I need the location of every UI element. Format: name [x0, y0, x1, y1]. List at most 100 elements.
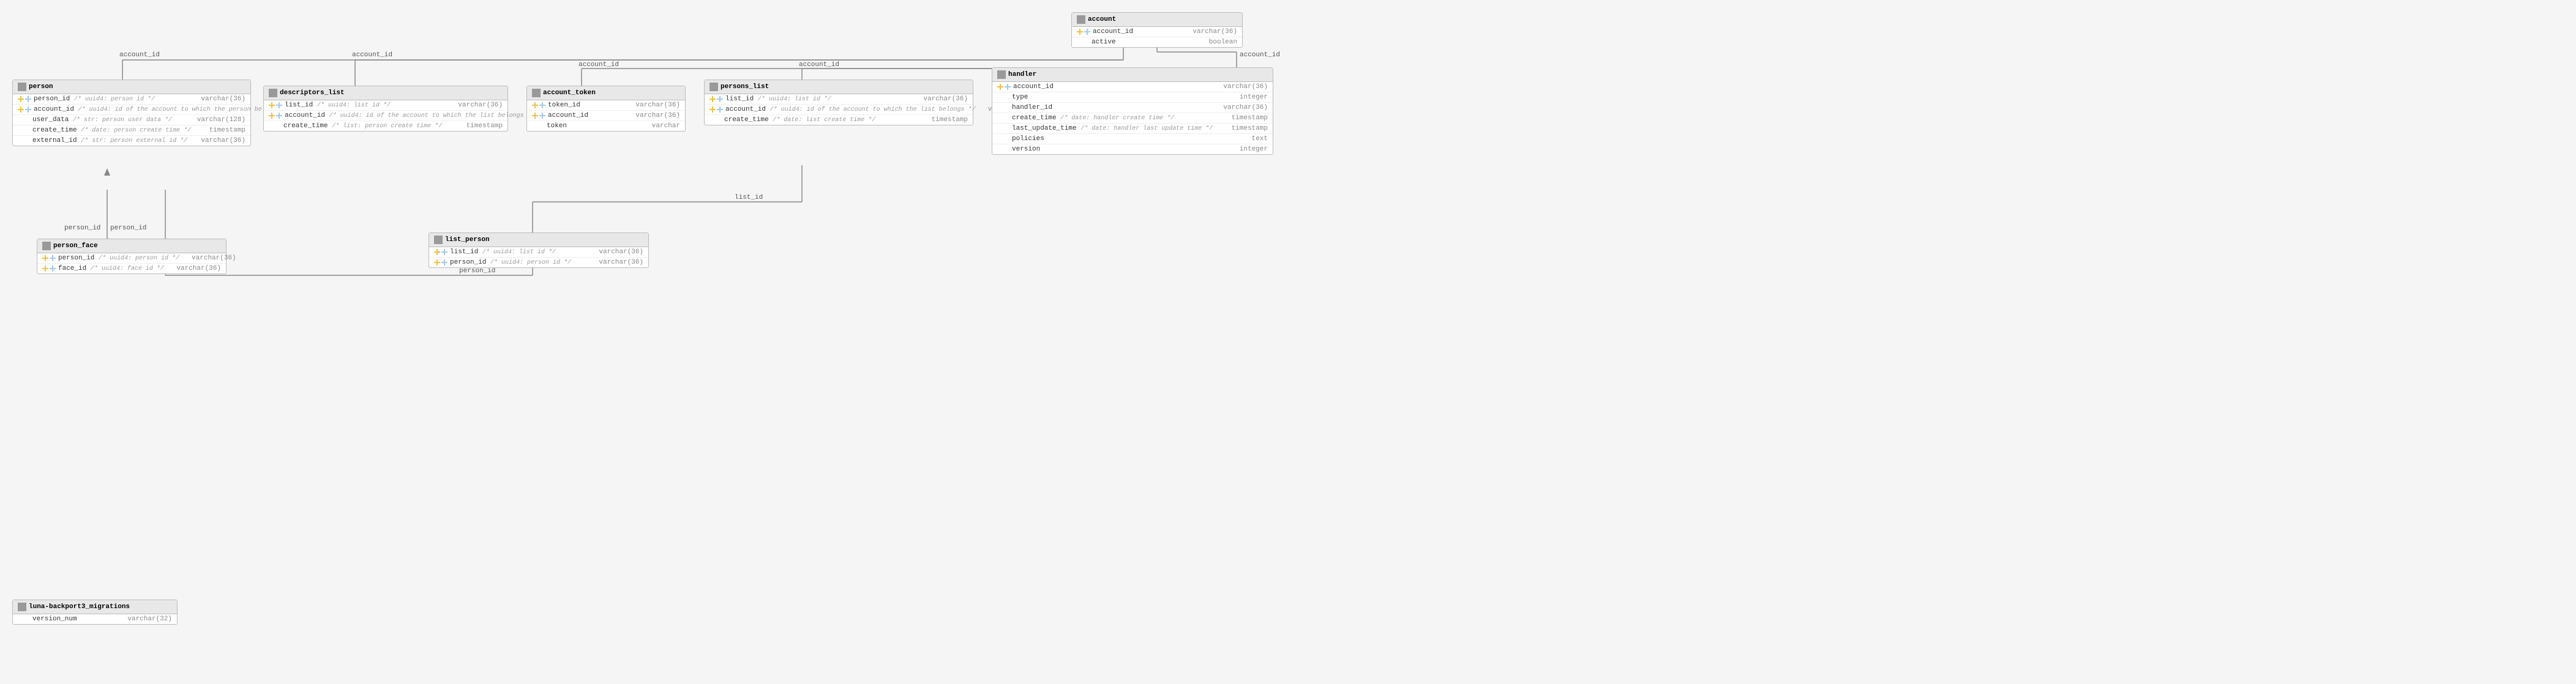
grid-icon	[42, 242, 51, 250]
table-handler-header: handler	[992, 68, 1273, 82]
table-row: account_id varchar(36)	[1072, 27, 1242, 37]
table-account-token-name: account_token	[543, 89, 596, 97]
col-name: person_id /* uuid4: person id */	[58, 255, 179, 262]
svg-text:list_id: list_id	[735, 194, 763, 201]
col-name: active	[1091, 39, 1197, 46]
table-person: person person_id /* uuid4: person id */ …	[12, 80, 251, 146]
col-type: varchar(36)	[589, 248, 643, 256]
col-type: varchar	[642, 122, 680, 130]
svg-text:account_id: account_id	[352, 51, 392, 59]
grid-icon	[997, 70, 1006, 79]
table-row: account_id /* uuid4: id of the account t…	[264, 111, 507, 121]
grid-icon	[18, 603, 26, 611]
col-name: handler_id	[1012, 104, 1211, 111]
table-account: account account_id varchar(36) active bo…	[1071, 12, 1243, 48]
col-type: varchar(36)	[1183, 28, 1237, 35]
col-type: integer	[1230, 94, 1268, 101]
table-row: policies text	[992, 134, 1273, 144]
col-name: type	[1012, 94, 1227, 101]
table-handler: handler account_id varchar(36) type inte…	[992, 67, 1273, 155]
table-luna-backport3-migrations: luna-backport3_migrations version_num va…	[12, 600, 178, 625]
col-type: boolean	[1199, 39, 1237, 46]
col-type: varchar(32)	[118, 615, 172, 623]
col-name: token	[547, 122, 640, 130]
table-migrations-header: luna-backport3_migrations	[13, 600, 177, 614]
svg-text:person_id: person_id	[459, 267, 495, 275]
table-row: list_id /* uuid4: list id */ varchar(36)	[705, 94, 973, 105]
grid-icon	[18, 83, 26, 91]
col-type: varchar(36)	[1213, 104, 1268, 111]
table-row: account_id varchar(36)	[992, 82, 1273, 92]
col-name: account_id	[548, 112, 623, 119]
table-account-token-header: account_token	[527, 86, 685, 100]
table-descriptors-list-name: descriptors_list	[280, 89, 345, 97]
table-person-face-header: person_face	[37, 239, 226, 253]
svg-text:person_id: person_id	[64, 225, 100, 232]
grid-icon	[710, 83, 718, 91]
table-account-name: account	[1088, 16, 1116, 23]
table-row: list_id /* uuid4: list id */ varchar(36)	[264, 100, 507, 111]
table-row: create_time /* list: person create time …	[264, 121, 507, 131]
col-name: face_id /* uuid4: face id */	[58, 265, 164, 272]
col-type: varchar(128)	[187, 116, 245, 124]
table-row: version_num varchar(32)	[13, 614, 177, 624]
col-name: create_time /* list: person create time …	[283, 122, 454, 130]
table-row: user_data /* str: person user data */ va…	[13, 115, 250, 125]
col-type: varchar(36)	[191, 95, 245, 103]
table-row: person_id /* uuid4: person id */ varchar…	[13, 94, 250, 105]
col-name: account_id /* uuid4: id of the account t…	[725, 106, 976, 113]
col-name: last_update_time /* date: handler last u…	[1012, 125, 1219, 132]
col-type: timestamp	[200, 127, 245, 134]
table-persons-list-header: persons_list	[705, 80, 973, 94]
svg-text:account_id: account_id	[1240, 51, 1280, 59]
col-name: list_id /* uuid4: list id */	[450, 248, 586, 256]
table-person-face: person_face person_id /* uuid4: person i…	[37, 239, 227, 274]
col-name: account_id /* uuid4: id of the account t…	[285, 112, 535, 119]
col-name: person_id /* uuid4: person id */	[450, 259, 586, 266]
table-list-person-name: list_person	[445, 236, 490, 243]
col-name: list_id /* uuid4: list id */	[725, 95, 911, 103]
col-type: varchar(36)	[626, 112, 680, 119]
table-row: create_time /* date: person create time …	[13, 125, 250, 136]
col-type: varchar(36)	[913, 95, 968, 103]
table-list-person-header: list_person	[429, 233, 648, 247]
col-type: varchar(36)	[626, 102, 680, 109]
col-type: timestamp	[1222, 125, 1268, 132]
col-name: account_id	[1013, 83, 1211, 91]
col-type: text	[1242, 135, 1268, 143]
table-list-person: list_person list_id /* uuid4: list id */…	[429, 232, 649, 268]
table-row: active boolean	[1072, 37, 1242, 47]
svg-text:account_id: account_id	[119, 51, 160, 59]
table-row: list_id /* uuid4: list id */ varchar(36)	[429, 247, 648, 258]
table-descriptors-list: descriptors_list list_id /* uuid4: list …	[263, 86, 508, 132]
table-row: account_id /* uuid4: id of the account t…	[705, 105, 973, 115]
col-name: token_id	[548, 102, 623, 109]
table-person-face-name: person_face	[53, 242, 98, 250]
table-row: type integer	[992, 92, 1273, 103]
col-name: external_id /* str: person external id *…	[32, 137, 189, 144]
col-type: varchar(36)	[448, 102, 503, 109]
table-person-name: person	[29, 83, 53, 91]
col-type: timestamp	[922, 116, 968, 124]
col-name: list_id /* uuid4: list id */	[285, 102, 446, 109]
table-persons-list-name: persons_list	[721, 83, 769, 91]
svg-text:account_id: account_id	[799, 61, 839, 69]
col-name: version	[1012, 146, 1227, 153]
col-name: policies	[1012, 135, 1240, 143]
col-type: integer	[1230, 146, 1268, 153]
col-type: varchar(36)	[191, 137, 245, 144]
table-row: handler_id varchar(36)	[992, 103, 1273, 113]
col-type: varchar(36)	[167, 265, 221, 272]
table-descriptors-list-header: descriptors_list	[264, 86, 507, 100]
col-name: account_id	[1093, 28, 1180, 35]
table-row: version integer	[992, 144, 1273, 154]
diagram-canvas: account_id account_id account_id account…	[0, 0, 2576, 684]
table-handler-name: handler	[1008, 71, 1036, 78]
table-row: create_time /* date: list create time */…	[705, 115, 973, 125]
table-row: token_id varchar(36)	[527, 100, 685, 111]
grid-icon	[1077, 15, 1085, 24]
table-row: account_id /* uuid4: id of the account t…	[13, 105, 250, 115]
col-type: varchar(36)	[1213, 83, 1268, 91]
table-row: account_id varchar(36)	[527, 111, 685, 121]
col-type: timestamp	[457, 122, 503, 130]
